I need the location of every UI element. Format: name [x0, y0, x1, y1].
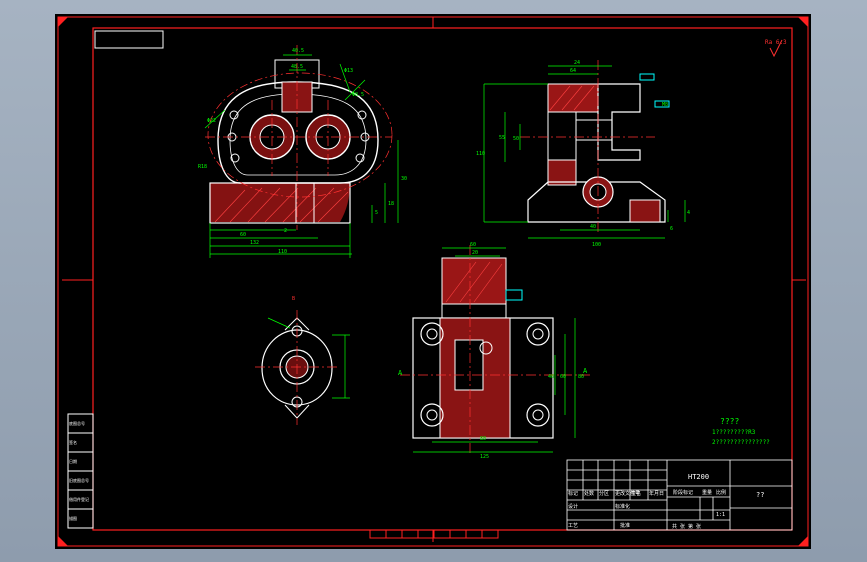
dim-side-3: 55: [499, 135, 505, 141]
dim-side-7: 100: [592, 242, 601, 248]
dim-sec-6: 60: [470, 242, 476, 248]
scale-value: 1:1: [716, 512, 725, 518]
rev-mark: 标记: [568, 490, 578, 497]
side-table-cell-2: 日期: [69, 458, 77, 464]
rev-date: 年月日: [649, 490, 664, 497]
view-b-label: B: [292, 296, 295, 302]
notes-line-1: 1?????????R3: [712, 429, 756, 436]
dim-side-5: 50: [513, 136, 519, 142]
paper: [55, 14, 811, 549]
scale-header: 比例: [716, 489, 726, 496]
dim-side-9: 4: [687, 210, 690, 216]
side-table-cell-3: 旧底图总号: [69, 477, 89, 483]
dim-sec-2: 60: [560, 374, 566, 380]
process-label: 工艺: [568, 523, 578, 529]
rev-zone: 分区: [599, 490, 609, 497]
dim-sec-4: 125: [480, 454, 489, 460]
dim-front-7: 110: [278, 249, 287, 255]
dim-sec-3: 40: [548, 374, 554, 380]
dim-side-6: 40: [590, 224, 596, 230]
standard-label: 标准化: [615, 503, 630, 510]
cad-viewport: 40.5 48.5 Φ13 Φ8.5 Φ22 R18 110 132 60 30…: [0, 0, 867, 562]
dim-front-5: Φ22: [207, 118, 216, 124]
dim-side-2: 24: [574, 60, 580, 66]
dim-sec-7: 20: [472, 250, 478, 256]
dim-front-11: 18: [388, 201, 394, 207]
dim-front-12: 5: [375, 210, 378, 216]
dim-front-13: 2: [284, 228, 287, 234]
approve-label: 批准: [620, 522, 630, 529]
side-table-cell-5: 描图: [69, 515, 77, 521]
design-label: 设计: [568, 503, 578, 510]
notes-line-2: 2???????????????: [712, 439, 770, 446]
side-table-cell-4: 借用件登记: [69, 496, 89, 502]
sheet-info: 共 张 第 张: [672, 523, 701, 530]
part-name-text: ??: [756, 491, 764, 499]
dim-front-3: Φ13: [344, 68, 353, 74]
side-table-cell-0: 底图总号: [69, 420, 85, 426]
side-table-cell-1: 签名: [69, 439, 77, 445]
dim-sec-1: 80: [480, 436, 486, 442]
rev-count: 处数: [584, 490, 594, 497]
rev-sign: 签名: [631, 490, 641, 497]
dim-front-1: 40.5: [292, 48, 304, 54]
dim-side-8: M8: [662, 102, 668, 108]
drawing-sheet: 40.5 48.5 Φ13 Φ8.5 Φ22 R18 110 132 60 30…: [55, 14, 811, 549]
dim-front-9: 60: [240, 232, 246, 238]
dim-front-4: Φ8.5: [352, 92, 364, 98]
dim-front-8: 132: [250, 240, 259, 246]
dim-side-4: 110: [476, 151, 485, 157]
dim-front-10: 30: [401, 176, 407, 182]
roughness-text: Ra 6.3: [765, 39, 787, 46]
notes-title: ????: [720, 417, 739, 426]
dim-side-1: 64: [570, 68, 576, 74]
weight-header: 重量: [702, 489, 712, 496]
material-text: HT200: [688, 473, 709, 481]
dim-side-10: 6: [670, 226, 673, 232]
dim-front-6: R18: [198, 164, 207, 170]
stage-header: 阶段标记: [673, 489, 693, 496]
dim-front-2: 48.5: [291, 64, 303, 70]
